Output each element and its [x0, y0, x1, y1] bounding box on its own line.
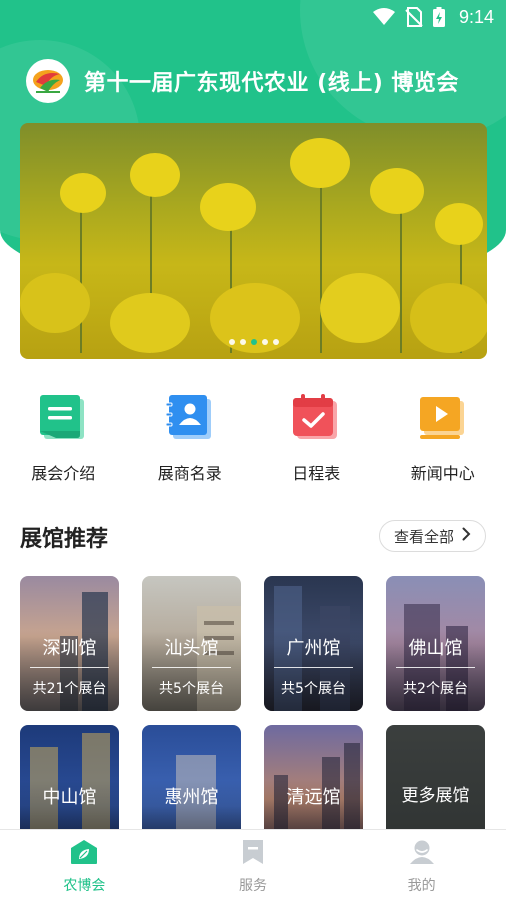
carousel-dot[interactable]	[239, 339, 246, 345]
quick-nav-exhibitor-directory[interactable]: 展商名录	[127, 392, 254, 492]
status-bar: 9:14	[0, 0, 506, 34]
no-sim-icon	[405, 7, 423, 27]
hall-booth-count: 共21个展台	[32, 681, 107, 697]
hall-divider	[396, 667, 475, 668]
title-row: 第十一届广东现代农业 (线上) 博览会	[26, 58, 459, 104]
hall-name: 深圳馆	[42, 638, 97, 659]
hall-name: 汕头馆	[164, 638, 219, 659]
quick-nav-label: 新闻中心	[410, 464, 475, 483]
bookmark-icon	[241, 839, 265, 869]
hall-name: 惠州馆	[164, 787, 219, 808]
hall-card-shantou[interactable]: 汕头馆 共5个展台	[142, 576, 241, 711]
tab-label: 我的	[407, 878, 436, 894]
status-time: 9:14	[458, 6, 494, 27]
quick-nav-schedule[interactable]: 日程表	[253, 392, 380, 492]
expo-logo	[26, 59, 70, 103]
carousel-dot[interactable]	[261, 339, 268, 345]
banner-carousel[interactable]	[20, 123, 487, 359]
quick-nav-label: 展商名录	[157, 464, 222, 483]
battery-charging-icon	[432, 7, 445, 27]
carousel-dot[interactable]	[272, 339, 279, 345]
section-title: 展馆推荐	[20, 527, 109, 552]
bottom-tab-bar: 农博会 服务 我的	[0, 829, 506, 900]
hall-card-foshan[interactable]: 佛山馆 共2个展台	[386, 576, 485, 711]
hall-divider	[30, 667, 109, 668]
wifi-icon	[372, 8, 395, 26]
document-icon	[37, 392, 89, 444]
quick-nav-news-center[interactable]: 新闻中心	[380, 392, 506, 492]
hall-name: 广州馆	[286, 638, 341, 659]
tab-expo[interactable]: 农博会	[0, 830, 169, 900]
user-icon	[409, 839, 435, 869]
tab-mine[interactable]: 我的	[337, 830, 506, 900]
quick-nav-exhibition-intro[interactable]: 展会介绍	[0, 392, 127, 492]
carousel-dot-active[interactable]	[250, 339, 257, 345]
hall-name: 佛山馆	[408, 638, 463, 659]
quick-nav-label: 日程表	[292, 464, 341, 483]
tab-label: 农博会	[63, 878, 106, 894]
hall-name: 中山馆	[42, 787, 97, 808]
hall-name: 清远馆	[286, 787, 341, 808]
hall-card-shenzhen[interactable]: 深圳馆 共21个展台	[20, 576, 119, 711]
hall-name: 更多展馆	[401, 786, 470, 806]
contact-book-icon	[164, 392, 216, 444]
view-all-button[interactable]: 查看全部	[378, 520, 486, 552]
hall-booth-count: 共5个展台	[159, 681, 224, 697]
hall-divider	[152, 667, 231, 668]
tab-service[interactable]: 服务	[169, 830, 338, 900]
hall-booth-count: 共2个展台	[403, 681, 468, 697]
view-all-label: 查看全部	[393, 527, 454, 546]
hall-booth-count: 共5个展台	[281, 681, 346, 697]
leaf-home-icon	[70, 839, 98, 869]
tab-label: 服务	[239, 878, 267, 894]
video-play-icon	[417, 392, 469, 444]
carousel-dot[interactable]	[228, 339, 235, 345]
carousel-indicator	[20, 339, 487, 345]
hall-divider	[274, 667, 353, 668]
app-title: 第十一届广东现代农业 (线上) 博览会	[84, 71, 459, 96]
calendar-check-icon	[290, 392, 342, 444]
quick-nav: 展会介绍 展商名录 日程表 新闻中心	[0, 392, 506, 492]
quick-nav-label: 展会介绍	[31, 464, 96, 483]
chevron-right-icon	[462, 527, 471, 545]
hall-card-guangzhou[interactable]: 广州馆 共5个展台	[264, 576, 363, 711]
